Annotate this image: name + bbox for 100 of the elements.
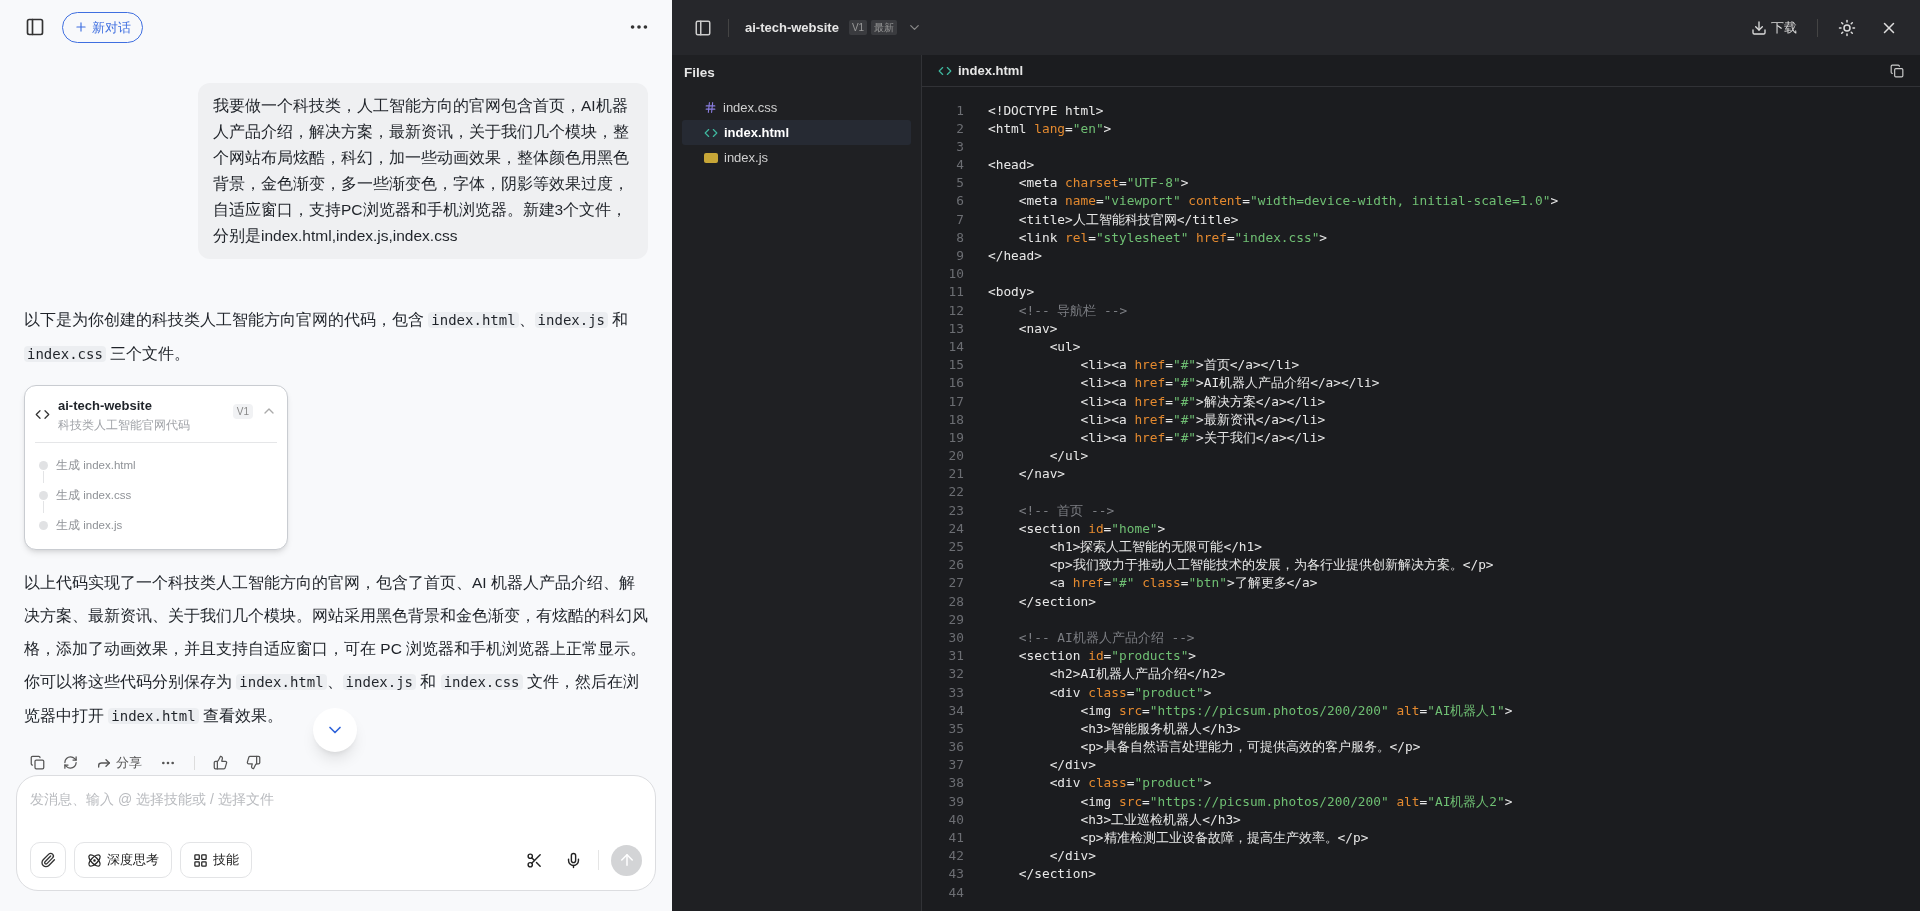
code-line: <h1>探索人工智能的无限可能</h1> xyxy=(1048,538,1262,556)
code-line: </head> xyxy=(988,247,1042,265)
line-number: 34 xyxy=(947,701,964,720)
line-number: 11 xyxy=(947,283,964,302)
download-button[interactable]: 下载 xyxy=(1751,17,1797,38)
code-line: <div class="product"> xyxy=(1048,774,1212,793)
code-line: <meta charset="UTF-8"> xyxy=(1017,174,1189,193)
code-line: </nav> xyxy=(1017,465,1066,484)
version-badge: V1 xyxy=(848,20,868,35)
line-number: 2 xyxy=(955,119,964,138)
code-line: <h3>工业巡检机器人</h3> xyxy=(1079,810,1241,829)
deep-think-button[interactable]: 深度思考 xyxy=(74,842,172,878)
line-number: 17 xyxy=(947,392,964,411)
thumbs-up-icon[interactable] xyxy=(213,755,228,771)
response-paragraph: 以下是为你创建的科技类人工智能方向官网的代码，包含 index.html 、 index.js 和 index.css 三个文件。 xyxy=(24,309,630,364)
hash-icon xyxy=(704,101,717,115)
line-number: 35 xyxy=(947,719,964,738)
line-number: 6 xyxy=(955,192,964,211)
code-line: <!DOCTYPE html> xyxy=(988,101,1104,120)
attach-button[interactable] xyxy=(30,842,66,878)
code-line: <section id="home"> xyxy=(1017,519,1166,538)
line-number: 36 xyxy=(947,738,964,757)
microphone-icon[interactable] xyxy=(565,851,582,869)
share-button[interactable]: 分享 xyxy=(96,753,142,773)
line-number: 13 xyxy=(947,319,964,338)
code-line: </div> xyxy=(1048,847,1096,866)
code-line: <img src="https://picsum.photos/200/200" alt="AI机器人2"> xyxy=(1079,792,1513,811)
code-line: <!-- AI机器人产品介绍 --> xyxy=(1017,628,1195,647)
code-line: <p>精准检测工业设备故障，提高生产效率。</p> xyxy=(1079,829,1369,847)
code-line: <h2>AI机器人产品介绍</h2> xyxy=(1048,665,1226,684)
code-line: <!-- 导航栏 --> xyxy=(1017,301,1128,320)
code-line: </ul> xyxy=(1048,447,1089,466)
code-line: <li><a href="#">AI机器人产品介绍</a></li> xyxy=(1079,374,1380,393)
code-line: <section id="products"> xyxy=(1017,647,1197,666)
project-title: ai-tech-website xyxy=(745,18,839,37)
code-line: <head> xyxy=(988,156,1035,175)
code-line: <nav> xyxy=(1017,319,1058,338)
user-message: 我要做一个科技类，人工智能方向的官网包含首页，AI机器人产品介绍，解决方案，最新资讯，关于我们几个模块，整个网站布局炫酷，科幻，加一些动画效果，整体颜色用黑色背景，金色渐变，多一些渐变色，字体，阴影等效果过度，自适应窗口，支持PC浏览器和手机浏览器。新建3个文件，分别是index.html,index.js,index.css xyxy=(198,82,648,259)
thumbs-down-icon[interactable] xyxy=(246,755,261,771)
file-item[interactable]: index.css xyxy=(682,95,911,121)
line-number: 38 xyxy=(947,774,964,793)
latest-badge: 最新 xyxy=(871,20,898,35)
code-line: </div> xyxy=(1048,756,1096,775)
line-number: 28 xyxy=(947,592,964,611)
line-number: 33 xyxy=(947,683,964,702)
refresh-icon[interactable] xyxy=(63,755,78,771)
line-number: 8 xyxy=(955,228,964,247)
code-line: </section> xyxy=(1017,865,1096,884)
code-line: <title>人工智能科技官网</title> xyxy=(1017,210,1239,229)
download-icon xyxy=(1751,19,1767,36)
line-number: 22 xyxy=(947,483,964,502)
line-number: 24 xyxy=(947,519,964,538)
file-item[interactable]: index.html xyxy=(682,120,911,146)
line-number: 26 xyxy=(947,556,964,575)
artifact-card[interactable]: ai-tech-website 科技类人工智能官网代码 V1 生成 index.html 生成 index.css 生成 index.js xyxy=(24,384,288,550)
line-number: 19 xyxy=(947,428,964,447)
code-line: <html lang="en"> xyxy=(988,119,1112,138)
line-number: 10 xyxy=(947,265,964,284)
line-number: 41 xyxy=(947,829,964,847)
code-line: </section> xyxy=(1017,592,1096,611)
step-label: 生成 index.js xyxy=(56,518,123,534)
line-number: 27 xyxy=(947,574,964,593)
line-number: 21 xyxy=(947,465,964,484)
step-label: 生成 index.css xyxy=(56,488,132,504)
message-input[interactable]: 发消息、输入 @ 选择技能或 / 选择文件 xyxy=(30,787,642,810)
file-tab[interactable]: index.html xyxy=(958,60,1023,81)
file-item[interactable]: index.js xyxy=(682,145,911,171)
line-number: 43 xyxy=(947,865,964,884)
line-number: 5 xyxy=(955,174,964,193)
line-number: 32 xyxy=(947,665,964,684)
artifact-subtitle: 科技类人工智能官网代码 xyxy=(58,417,191,433)
line-number: 23 xyxy=(947,501,964,520)
atom-icon xyxy=(87,852,102,868)
line-number: 7 xyxy=(955,210,964,229)
line-number: 31 xyxy=(947,647,964,666)
plus-icon xyxy=(74,20,88,35)
line-number: 20 xyxy=(947,447,964,466)
code-line: <p>具备自然语言处理能力，可提供高效的客户服务。</p> xyxy=(1079,738,1421,757)
code-line: <meta name="viewport" content="width=device-width, initial-scale=1.0"> xyxy=(1017,192,1559,211)
line-number: 18 xyxy=(947,410,964,429)
copy-icon[interactable] xyxy=(30,755,45,771)
code-line: <li><a href="#">关于我们</a></li> xyxy=(1079,428,1326,447)
scissors-icon[interactable] xyxy=(526,851,543,869)
line-number: 4 xyxy=(955,156,964,175)
code-line: <p>我们致力于推动人工智能技术的发展，为各行业提供创新解决方案。</p> xyxy=(1048,556,1494,575)
theme-toggle-icon[interactable] xyxy=(1838,18,1856,37)
code-line: <link rel="stylesheet" href="index.css"> xyxy=(1017,228,1328,247)
files-heading: Files xyxy=(683,64,716,82)
code-line: <!-- 首页 --> xyxy=(1017,501,1115,520)
code-line: <li><a href="#">最新资讯</a></li> xyxy=(1079,410,1326,429)
line-number: 29 xyxy=(947,610,964,629)
code-line: <li><a href="#">首页</a></li> xyxy=(1079,356,1300,375)
sidebar-toggle-icon[interactable] xyxy=(694,18,712,37)
line-number: 1 xyxy=(955,101,964,120)
skills-button[interactable]: 技能 xyxy=(180,842,252,878)
copy-icon[interactable] xyxy=(1890,63,1904,78)
response-paragraph: 以上代码实现了一个科技类人工智能方向的官网，包含了首页、AI 机器人产品介绍、解决方案、最新资讯、关于我们几个模块。网站采用黑色背景和金色渐变，有炫酷的科幻风格，添加了动画效果，并且支持自适应窗口，可在 PC 浏览器和手机浏览器上正常显示。你可以将这些代码分别保存为 index.html 、 index.js 和 index.css 文件，然后在浏览器中打开 index.html 查看效果。 xyxy=(24,572,648,726)
step-label: 生成 index.html xyxy=(56,458,136,474)
code-line: <li><a href="#">解决方案</a></li> xyxy=(1079,392,1326,411)
line-number: 37 xyxy=(947,756,964,775)
